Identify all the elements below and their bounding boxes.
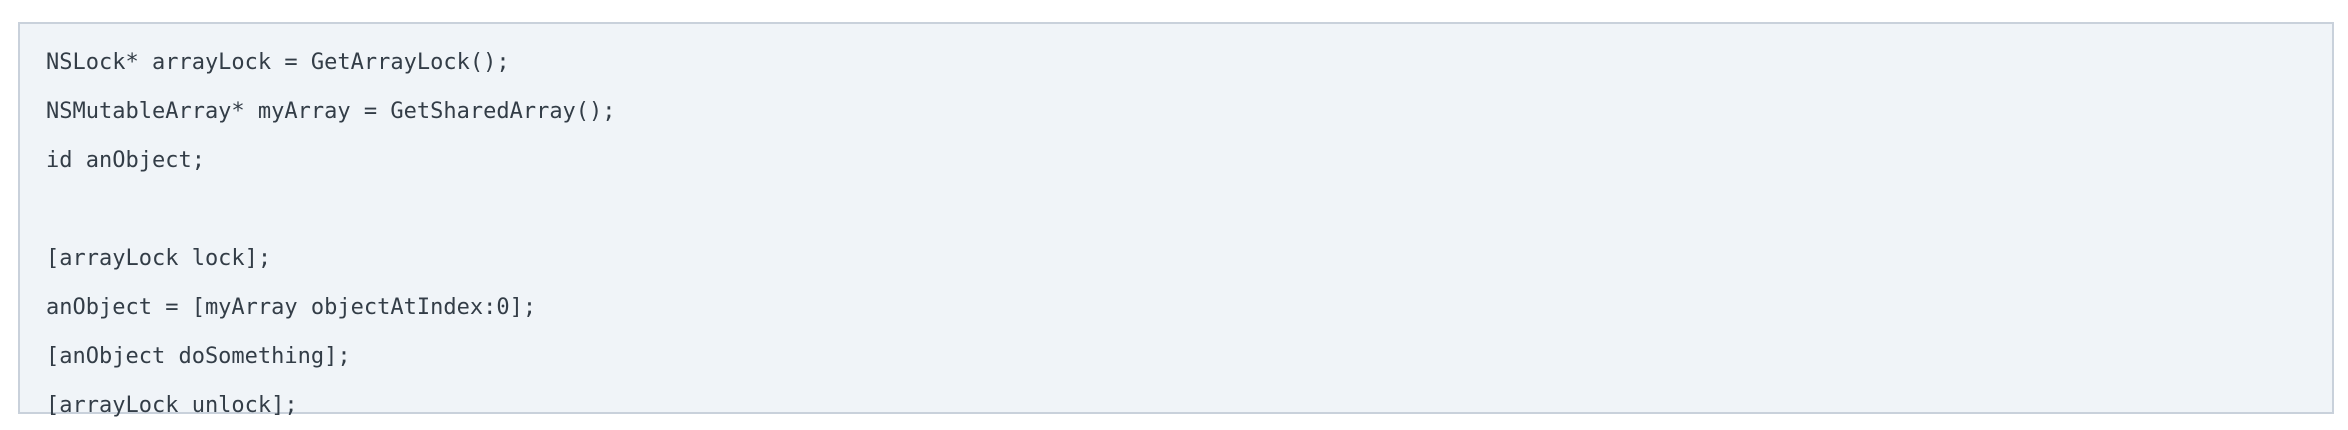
code-line-6: anObject = [myArray objectAtIndex:0]; <box>46 295 537 320</box>
code-line-8: [arrayLock unlock]; <box>46 393 298 418</box>
code-line-1: NSLock* arrayLock = GetArrayLock(); <box>46 50 510 75</box>
code-line-3: id anObject; <box>46 148 205 173</box>
code-line-7: [anObject doSomething]; <box>46 344 351 369</box>
code-line-2: NSMutableArray* myArray = GetSharedArray… <box>46 99 616 124</box>
code-line-5: [arrayLock lock]; <box>46 246 272 271</box>
code-block: NSLock* arrayLock = GetArrayLock(); NSMu… <box>18 22 2334 418</box>
